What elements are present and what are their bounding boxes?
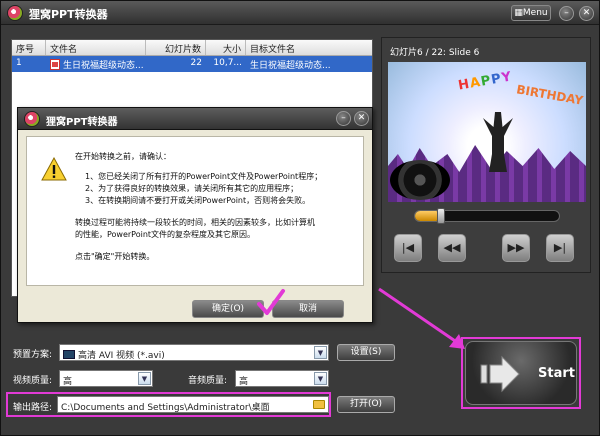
row-target: 生日祝福超级动态...: [250, 61, 331, 71]
row-filename-text: 生日祝福超级动态...: [63, 61, 144, 71]
folder-icon[interactable]: [313, 400, 325, 409]
row-filename: 生日祝福超级动态...: [46, 56, 146, 72]
slide-preview-image: HAPPY BIRTHDAY: [388, 62, 586, 202]
app-logo-icon: [7, 5, 23, 21]
message-line: 在开始转换之前，请确认：: [75, 152, 171, 161]
ok-button[interactable]: 确定(O): [192, 300, 264, 318]
fast-forward-icon: ▶▶: [507, 241, 525, 254]
progress-handle[interactable]: [436, 208, 445, 224]
warning-icon: [41, 157, 67, 181]
last-slide-button[interactable]: ▶|: [546, 234, 574, 262]
first-slide-button[interactable]: |◀: [394, 234, 422, 262]
preset-value: 高清 AVI 视频 (*.avi): [78, 351, 165, 361]
audio-quality-value: 高: [239, 377, 249, 387]
slide-text-birthday: BIRTHDAY: [515, 82, 585, 108]
minimize-icon: –: [564, 8, 569, 18]
playback-progress-bar[interactable]: [414, 208, 560, 224]
start-label: Start: [538, 366, 575, 381]
table-row[interactable]: 1 生日祝福超级动态... 22 10,7... 生日祝福超级动态...: [12, 56, 372, 72]
slide-text-happy: HAPPY: [457, 69, 513, 93]
dialog-minimize-button[interactable]: –: [336, 111, 351, 126]
checkmark-icon: [257, 289, 285, 315]
message-line: 点击"确定"开始转换。: [75, 252, 155, 261]
menu-button-label: Menu: [522, 8, 548, 18]
file-list-header: 序号 文件名 幻灯片数 大小 目标文件名: [12, 40, 372, 56]
dialog-title: 狸窝PPT转换器: [46, 117, 118, 128]
close-icon: ✕: [357, 113, 366, 123]
column-header-filename[interactable]: 文件名: [46, 40, 146, 55]
chevron-down-icon: ▼: [314, 346, 327, 359]
row-size: 10,7...: [213, 58, 242, 68]
message-line: 1、您已经关闭了所有打开的PowerPoint文件及PowerPoint程序；: [85, 172, 323, 181]
column-header-size[interactable]: 大小: [206, 40, 246, 55]
video-quality-label: 视频质量:: [13, 376, 53, 386]
message-line: 2、为了获得良好的转换效果，请关闭所有其它的应用程序；: [85, 184, 299, 193]
skip-forward-icon: ▶|: [553, 241, 567, 254]
preset-select[interactable]: 高清 AVI 视频 (*.avi) ▼: [59, 344, 329, 361]
minimize-button[interactable]: –: [559, 6, 574, 21]
dialog-message: 在开始转换之前，请确认： 1、您已经关闭了所有打开的PowerPoint文件及P…: [26, 136, 364, 286]
title-bar[interactable]: 狸窝PPT转换器 ▦Menu – ✕: [1, 1, 599, 25]
output-path-value: C:\Documents and Settings\Administrator\…: [61, 403, 270, 413]
chevron-down-icon: ▼: [138, 372, 151, 385]
close-button[interactable]: ✕: [579, 6, 594, 21]
audio-quality-label: 音频质量:: [188, 376, 228, 386]
confirm-dialog: 狸窝PPT转换器 – ✕ 在开始转换之前，请确认： 1、您已经关闭了所有打开的P…: [17, 107, 373, 323]
message-line: 3、在转换期间请不要打开或关闭PowerPoint，否则将会失败。: [85, 196, 311, 205]
start-arrow-icon: [480, 355, 520, 393]
prev-slide-button[interactable]: ◀◀: [438, 234, 466, 262]
minimize-icon: –: [341, 113, 346, 123]
message-line: 转换过程可能将持续一段较长的时间，相关的因素较多，比如计算机: [75, 218, 315, 227]
app-logo-icon: [24, 111, 40, 127]
open-folder-button[interactable]: 打开(O): [337, 396, 395, 413]
video-quality-value: 高: [63, 377, 73, 387]
menu-button[interactable]: ▦Menu: [511, 5, 551, 21]
preset-label: 预置方案:: [13, 350, 53, 360]
video-quality-select[interactable]: 高 ▼: [59, 370, 153, 387]
rewind-icon: ◀◀: [443, 241, 461, 254]
row-slides: 22: [190, 58, 202, 68]
next-slide-button[interactable]: ▶▶: [502, 234, 530, 262]
chevron-down-icon: ▼: [314, 372, 327, 385]
column-header-target[interactable]: 目标文件名: [246, 40, 372, 55]
app-window: 狸窝PPT转换器 ▦Menu – ✕ 序号 文件名 幻灯片数 大小 目标文件名 …: [0, 0, 600, 436]
dialog-title-bar[interactable]: 狸窝PPT转换器 – ✕: [18, 108, 372, 130]
turntable-graphic: [390, 160, 450, 200]
skip-back-icon: |◀: [401, 241, 415, 254]
slide-counter: 幻灯片6 / 22: Slide 6: [390, 48, 480, 58]
output-path-label: 输出路径:: [13, 403, 53, 413]
audio-quality-select[interactable]: 高 ▼: [235, 370, 329, 387]
annotation-arrow: [378, 287, 465, 349]
row-index: 1: [16, 58, 22, 68]
preview-panel: 幻灯片6 / 22: Slide 6 HAPPY BIRTHDAY |◀ ◀◀ …: [381, 37, 591, 273]
output-path-input[interactable]: C:\Documents and Settings\Administrator\…: [57, 396, 329, 413]
message-line: 的性能，PowerPoint文件的复杂程度及其它原因。: [75, 230, 256, 239]
slide-letter: Y: [500, 69, 514, 86]
app-title: 狸窝PPT转换器: [29, 8, 108, 21]
ppt-file-icon: [50, 59, 60, 70]
close-icon: ✕: [582, 8, 591, 18]
column-header-slides[interactable]: 幻灯片数: [146, 40, 206, 55]
start-button[interactable]: Start: [465, 341, 577, 405]
dialog-close-button[interactable]: ✕: [354, 111, 369, 126]
grid-icon: ▦: [514, 8, 523, 18]
column-header-index[interactable]: 序号: [12, 40, 46, 55]
video-format-icon: [63, 350, 75, 359]
